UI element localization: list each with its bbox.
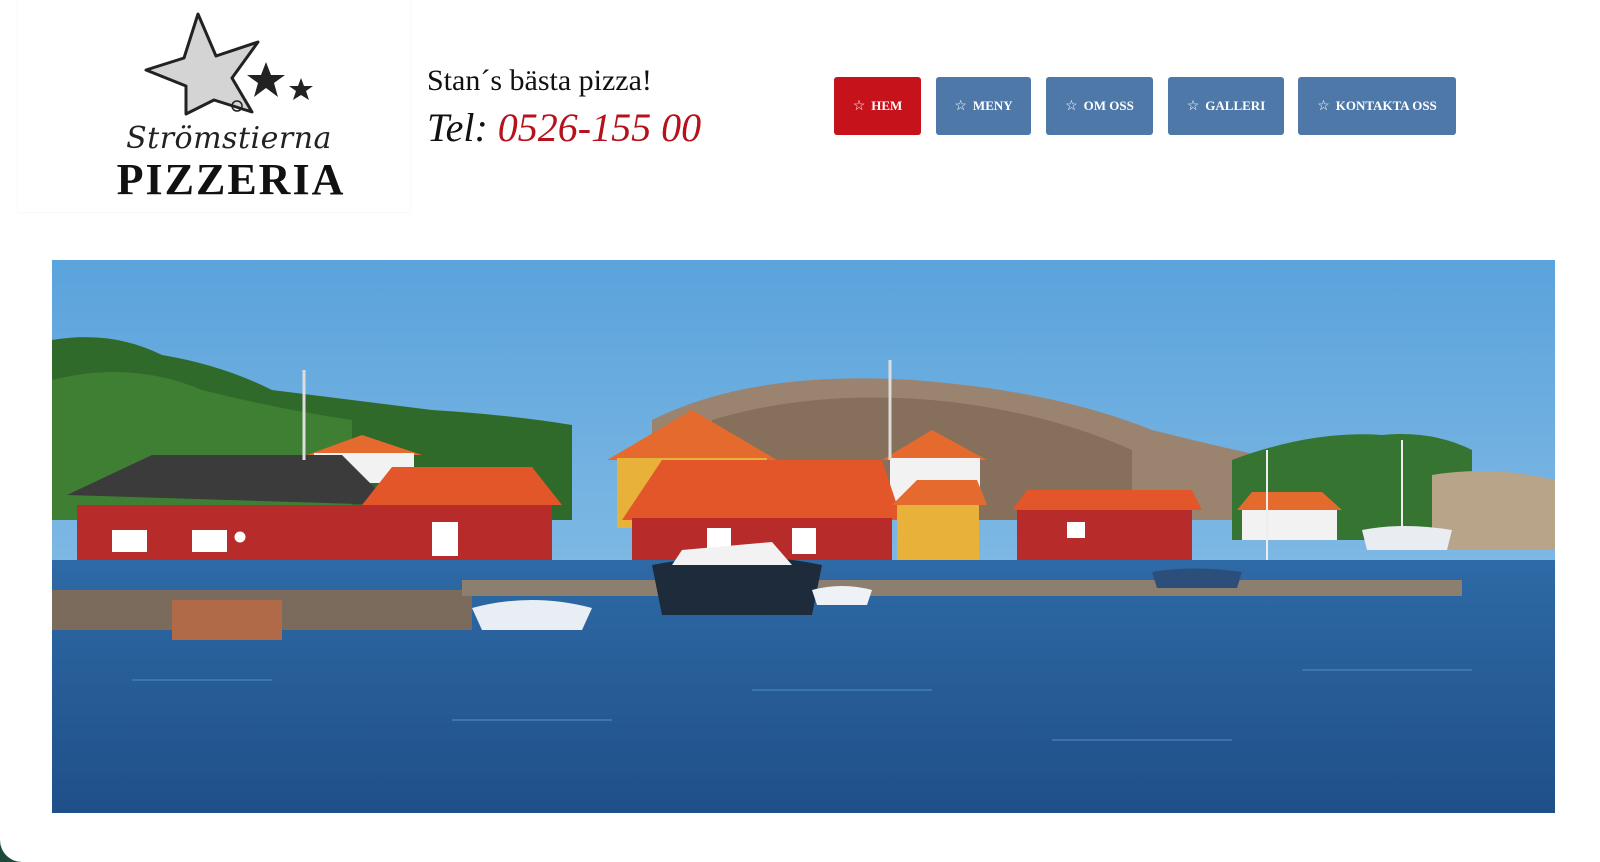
star-outline-icon: ☆ (1186, 98, 1200, 114)
star-outline-icon: ☆ (852, 98, 866, 114)
phone-prefix: Tel: (427, 105, 498, 150)
nav-label: KONTAKTA OSS (1335, 98, 1437, 113)
nav-label: MENY (972, 98, 1013, 113)
nav-label: GALLERI (1205, 98, 1266, 113)
nav-kontakta-oss-button[interactable]: ☆ KONTAKTA OSS (1298, 77, 1456, 135)
nav-label: OM OSS (1083, 98, 1134, 113)
nav-hem-button[interactable]: ☆ HEM (834, 77, 921, 135)
star-outline-icon: ☆ (954, 98, 967, 114)
nav-om-oss-button[interactable]: ☆ OM OSS (1046, 77, 1153, 135)
star-outline-icon: ☆ (1317, 98, 1330, 114)
logo-wordmark: PIZZERIA (116, 155, 346, 204)
hero-image (52, 260, 1555, 813)
nav-label: HEM (871, 98, 903, 113)
phone-number[interactable]: 0526-155 00 (498, 105, 701, 150)
nav-galleri-button[interactable]: ☆ GALLERI (1168, 77, 1284, 135)
tagline: Stan´s bästa pizza! (427, 64, 652, 97)
logo-script-text: Strömstierna (126, 121, 332, 156)
nav-meny-button[interactable]: ☆ MENY (936, 77, 1031, 135)
phone-line: Tel: 0526-155 00 (427, 104, 701, 151)
page-container: Strömstierna PIZZERIA Stan´s bästa pizza… (0, 0, 1600, 862)
star-outline-icon: ☆ (1065, 98, 1078, 114)
site-logo[interactable]: Strömstierna PIZZERIA (18, 0, 410, 212)
